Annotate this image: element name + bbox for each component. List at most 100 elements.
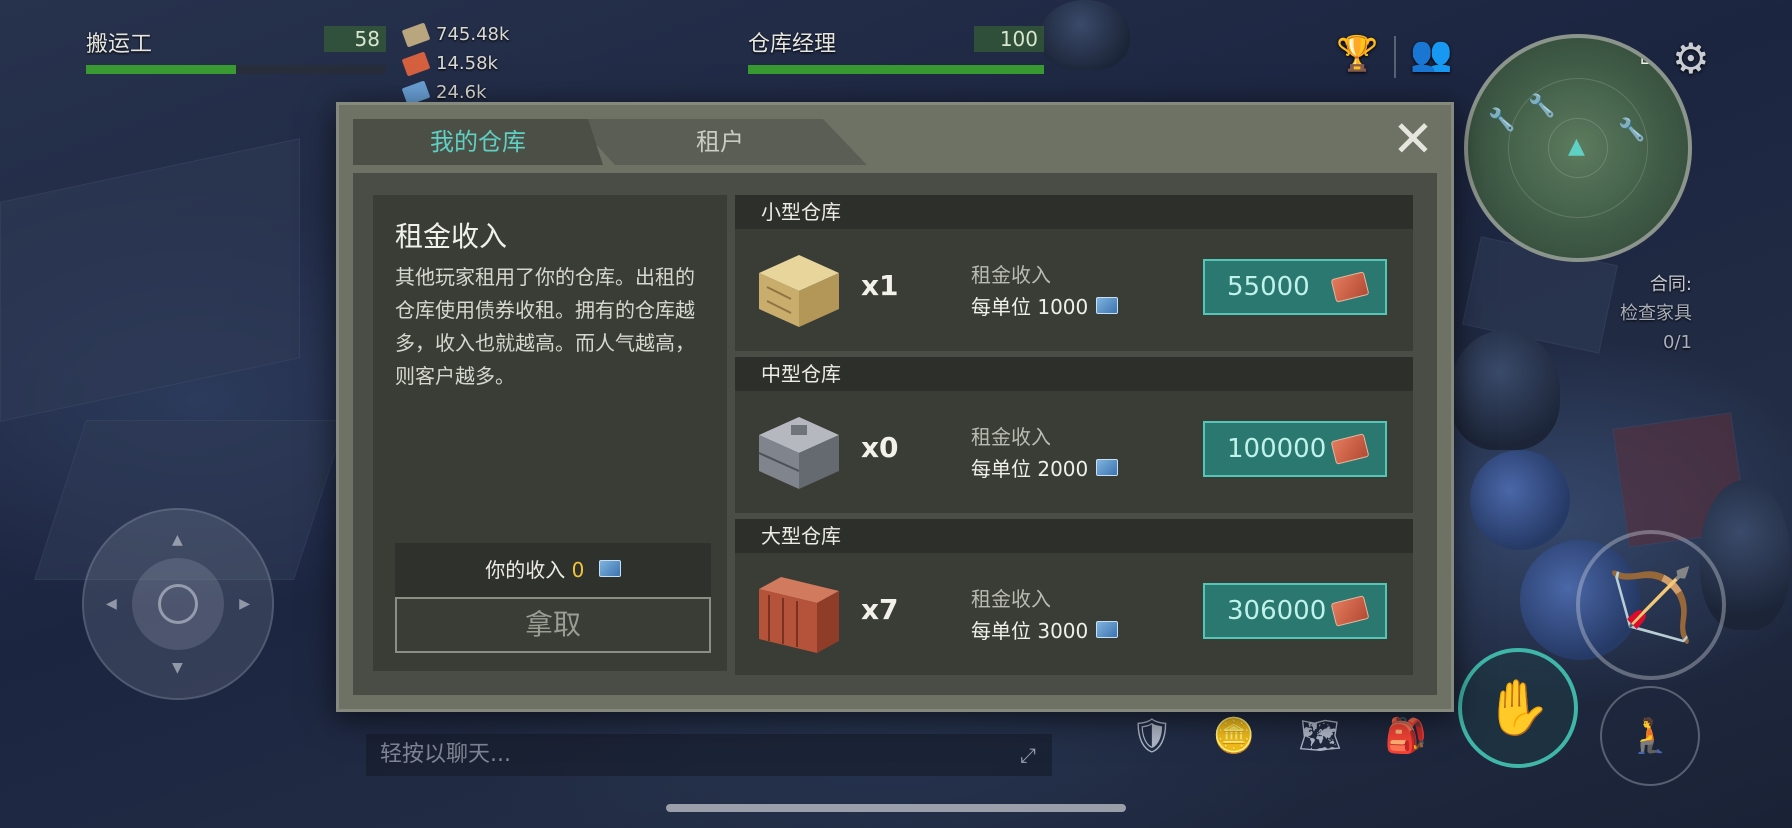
collect-label: 拿取 <box>524 608 581 641</box>
barrel <box>1470 450 1570 550</box>
rent-per-unit: 每单位 3000 <box>971 615 1119 644</box>
resource-value: 745.48k <box>436 24 510 45</box>
bar-name: 搬运工 <box>86 32 153 57</box>
crouch-button[interactable]: 🧎 <box>1600 686 1700 786</box>
interact-hand-button[interactable]: ✋ <box>1458 648 1578 768</box>
trophy-icon[interactable]: 🏆 <box>1336 34 1378 74</box>
player-icon: ▲ <box>1568 134 1585 159</box>
tab-tenants[interactable]: 租户 <box>573 119 867 165</box>
arrow-left-icon: ◀ <box>106 596 117 612</box>
warehouse-count: x0 <box>861 431 899 464</box>
divider <box>1394 36 1396 78</box>
buy-small-warehouse-button[interactable]: 55000 <box>1203 259 1387 315</box>
per-unit-text: 每单位 2000 <box>971 457 1089 481</box>
weapon-button[interactable]: 🏹 <box>1576 530 1726 680</box>
rubble <box>0 138 300 422</box>
gear-icon[interactable]: ⚙ <box>1672 34 1710 83</box>
income-label: 你的收入 <box>485 558 566 582</box>
chat-input[interactable]: 轻按以聊天... ⤢ <box>366 734 1052 776</box>
shipping-container-icon <box>759 577 839 653</box>
character <box>1040 0 1130 70</box>
xp-bar-right: 仓库经理 100 <box>748 26 1044 74</box>
price-label: 306000 <box>1227 596 1327 626</box>
resource-ticket: 14.58k <box>401 49 509 78</box>
warehouse-card-small: 小型仓库 x1 租金收入 每单位 1000 55000 <box>735 195 1413 351</box>
collect-button[interactable]: 拿取 <box>395 597 711 653</box>
warehouse-name: 中型仓库 <box>735 357 1413 391</box>
wrench-icon: 🔧 <box>1488 108 1516 133</box>
minimap[interactable]: 🔧 🔧 🔧 ⌂ ▲ <box>1464 34 1692 262</box>
resource-list: 745.48k 14.58k 24.6k <box>401 20 510 107</box>
chat-placeholder: 轻按以聊天... <box>380 742 511 767</box>
joystick-knob[interactable] <box>132 558 224 650</box>
rent-per-unit: 每单位 2000 <box>971 453 1119 482</box>
per-unit-text: 每单位 3000 <box>971 619 1089 643</box>
warehouse-dialog: 租户 我的仓库 ✕ 租金收入 其他玩家租用了你的仓库。出租的仓库使用债券收租。拥… <box>336 102 1454 712</box>
quest-tracker[interactable]: 合同: 检查家具 0/1 <box>1620 270 1692 357</box>
rent-info-panel: 租金收入 其他玩家租用了你的仓库。出租的仓库使用债券收租。拥有的仓库越多，收入也… <box>373 195 727 671</box>
warehouse-card-medium: 中型仓库 x0 租金收入 每单位 2000 100000 <box>735 357 1413 513</box>
price-label: 100000 <box>1227 434 1327 464</box>
tab-label: 租户 <box>696 128 744 156</box>
warehouse-card-large: 大型仓库 x7 租金收入 每单位 3000 306000 <box>735 519 1413 675</box>
dialog-body: 租金收入 其他玩家租用了你的仓库。出租的仓库使用债券收租。拥有的仓库越多，收入也… <box>353 173 1437 695</box>
red-ticket-icon <box>1330 271 1370 303</box>
wrench-icon: 🔧 <box>1618 118 1646 143</box>
income-value: 0 <box>571 558 585 582</box>
price-label: 55000 <box>1227 272 1310 302</box>
income-display: 你的收入 0 <box>395 543 711 597</box>
movement-joystick[interactable]: ▲ ▼ ◀ ▶ <box>82 508 274 700</box>
bar-level: 100 <box>974 26 1044 52</box>
buy-large-warehouse-button[interactable]: 306000 <box>1203 583 1387 639</box>
buy-medium-warehouse-button[interactable]: 100000 <box>1203 421 1387 477</box>
quest-title: 合同: <box>1649 274 1692 295</box>
rent-label: 租金收入 <box>971 263 1051 287</box>
backpack-icon[interactable]: 🎒 <box>1378 708 1434 764</box>
bar-name: 仓库经理 <box>748 32 837 57</box>
per-unit-text: 每单位 1000 <box>971 295 1089 319</box>
wrench-icon: 🔧 <box>1528 94 1556 119</box>
bar-track <box>86 65 386 74</box>
close-icon[interactable]: ✕ <box>1389 114 1437 165</box>
rent-label: 租金收入 <box>971 425 1051 449</box>
map-icon[interactable]: 🗺 <box>1292 708 1348 764</box>
warehouse-count: x1 <box>861 269 899 302</box>
panel-description: 其他玩家租用了你的仓库。出租的仓库使用债券收租。拥有的仓库越多，收入也就越高。而… <box>395 265 695 388</box>
expand-icon[interactable]: ⤢ <box>1020 734 1036 776</box>
bond-icon <box>1096 459 1119 476</box>
wooden-crate-icon <box>759 255 839 327</box>
joystick-center <box>158 584 198 624</box>
friends-icon[interactable]: 👥 <box>1410 34 1452 74</box>
warehouse-name: 小型仓库 <box>735 195 1413 229</box>
arrow-down-icon: ▼ <box>172 660 183 676</box>
rent-per-unit: 每单位 1000 <box>971 291 1119 320</box>
warehouse-count: x7 <box>861 593 899 626</box>
tab-label: 我的仓库 <box>430 128 526 156</box>
arrow-up-icon: ▲ <box>172 532 183 548</box>
character <box>1450 330 1560 450</box>
bond-icon <box>598 560 621 577</box>
quest-task: 检查家具 <box>1620 303 1692 324</box>
resource-value: 24.6k <box>436 82 487 103</box>
red-ticket-icon <box>1330 595 1370 627</box>
panel-title: 租金收入 <box>395 220 508 253</box>
home-indicator[interactable] <box>666 804 1126 812</box>
quest-progress: 0/1 <box>1663 332 1692 353</box>
bar-fill <box>86 65 236 74</box>
bar-fill <box>748 65 1044 74</box>
resource-value: 14.58k <box>436 53 498 74</box>
star-badge-icon[interactable]: 🛡 <box>1124 708 1180 764</box>
resource-wood: 745.48k <box>401 20 510 49</box>
bar-track <box>748 65 1044 74</box>
bar-level: 58 <box>324 26 386 52</box>
coins-icon[interactable]: 🪙 <box>1206 708 1262 764</box>
tab-my-warehouse[interactable]: 我的仓库 <box>353 119 603 165</box>
xp-bar-left: 搬运工 58 <box>86 26 386 74</box>
red-ticket-icon <box>401 50 431 77</box>
wood-plank-icon <box>401 21 431 48</box>
warehouse-name: 大型仓库 <box>735 519 1413 553</box>
home-icon: ⌂ <box>1640 48 1652 69</box>
arrow-right-icon: ▶ <box>239 596 250 612</box>
bond-icon <box>1096 621 1119 638</box>
red-ticket-icon <box>1330 433 1370 465</box>
